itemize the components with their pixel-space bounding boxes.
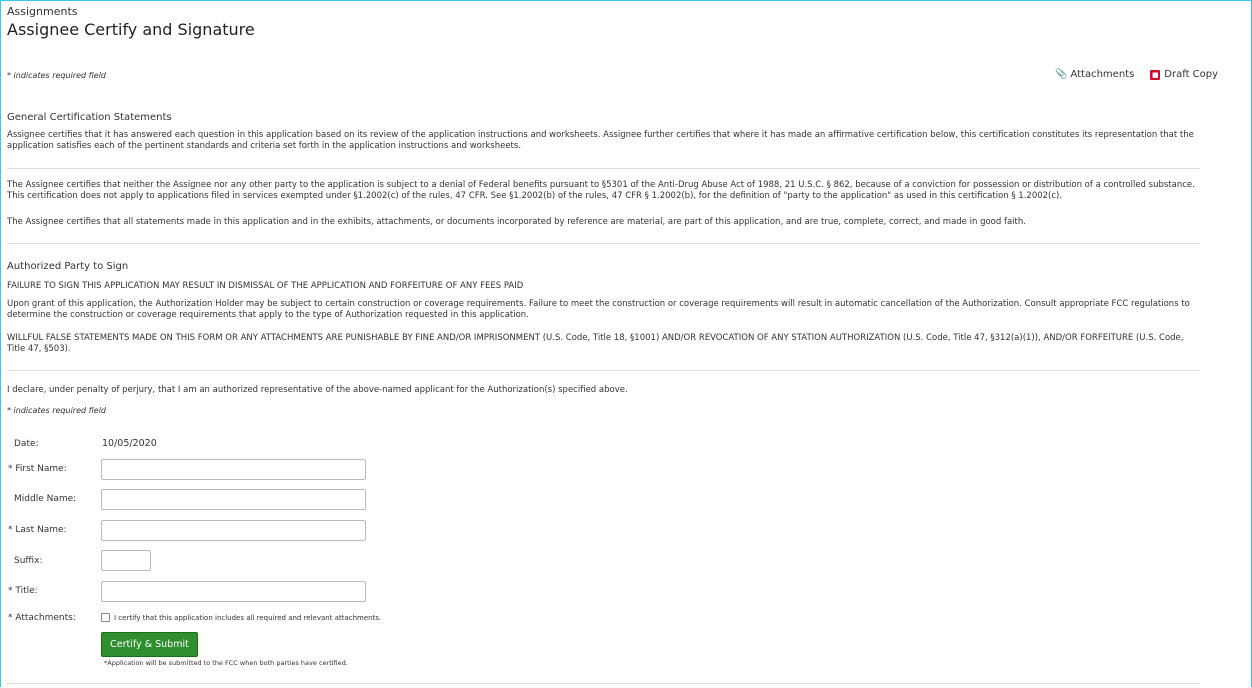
divider [7,683,1200,684]
authorization-para-2: WILLFUL FALSE STATEMENTS MADE ON THIS FO… [7,333,1184,354]
breadcrumb[interactable]: Assignments [7,5,78,18]
submit-note: *Application will be submitted to the FC… [104,659,348,667]
attachments-link-label: Attachments [1070,69,1135,80]
divider [7,370,1200,371]
date-value: 10/05/2020 [102,438,157,449]
suffix-field[interactable] [101,550,151,571]
top-links: 📎 Attachments ■ Draft Copy [1055,69,1218,80]
title-label: * Title: [8,586,38,596]
date-label: Date: [14,439,39,449]
certify-submit-button[interactable]: Certify & Submit [101,632,198,657]
authorized-party-heading: Authorized Party to Sign [7,261,129,272]
general-cert-para-3: The Assignee certifies that all statemen… [7,217,1026,227]
required-field-note-2: * indicates required field [7,406,107,415]
paperclip-icon: 📎 [1055,69,1068,80]
general-cert-para-2: The Assignee certifies that neither the … [7,180,1195,201]
page-title: Assignee Certify and Signature [7,20,255,39]
title-field[interactable] [101,581,366,602]
last-name-field[interactable] [101,520,366,541]
attachments-certify-label: I certify that this application includes… [114,613,382,622]
last-name-label: * Last Name: [8,525,67,535]
attachments-certify-row[interactable]: I certify that this application includes… [101,613,381,622]
attachments-certify-checkbox[interactable] [101,613,110,622]
first-name-label: * First Name: [8,464,67,474]
suffix-label: Suffix: [14,556,43,566]
attachments-link[interactable]: 📎 Attachments [1055,69,1134,80]
general-cert-para-1: Assignee certifies that it has answered … [7,130,1194,151]
draft-copy-link-label: Draft Copy [1164,69,1219,80]
first-name-field[interactable] [101,459,366,480]
attachments-label: * Attachments: [8,613,76,623]
draft-copy-link[interactable]: ■ Draft Copy [1150,69,1218,80]
general-certification-heading: General Certification Statements [7,112,172,123]
pdf-icon: ■ [1150,69,1161,80]
divider [7,243,1200,244]
failure-to-sign-warning: FAILURE TO SIGN THIS APPLICATION MAY RES… [7,281,524,291]
middle-name-label: Middle Name: [14,494,77,504]
middle-name-field[interactable] [101,489,366,510]
declaration-text: I declare, under penalty of perjury, tha… [7,385,628,395]
authorization-para-1: Upon grant of this application, the Auth… [7,299,1190,320]
required-field-note: * indicates required field [7,71,107,80]
divider [7,168,1200,169]
